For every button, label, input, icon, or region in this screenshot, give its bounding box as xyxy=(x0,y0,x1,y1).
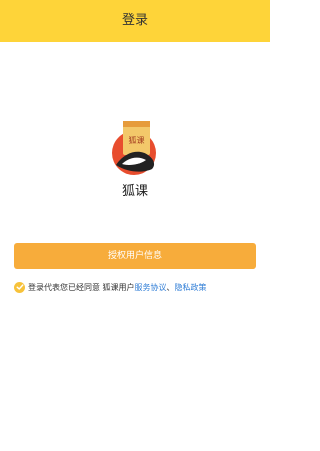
privacy-policy-link[interactable]: 隐私政策 xyxy=(175,282,207,293)
authorize-button[interactable]: 授权用户信息 xyxy=(14,243,256,269)
app-logo: 狐课 xyxy=(112,121,156,175)
page-title: 登录 xyxy=(121,13,148,28)
app-name: 狐课 xyxy=(121,184,148,199)
logo-text: 狐课 xyxy=(129,135,145,145)
agreement-text: 登录代表您已经同意 狐课用户 xyxy=(28,282,135,292)
service-agreement-link[interactable]: 服务协议 xyxy=(135,282,167,293)
agreement-separator: 、 xyxy=(166,282,175,292)
checkmark-icon[interactable] xyxy=(14,281,25,293)
agreement-row: 登录代表您已经同意 狐课用户 服务协议 、 隐私政策 xyxy=(14,281,260,293)
